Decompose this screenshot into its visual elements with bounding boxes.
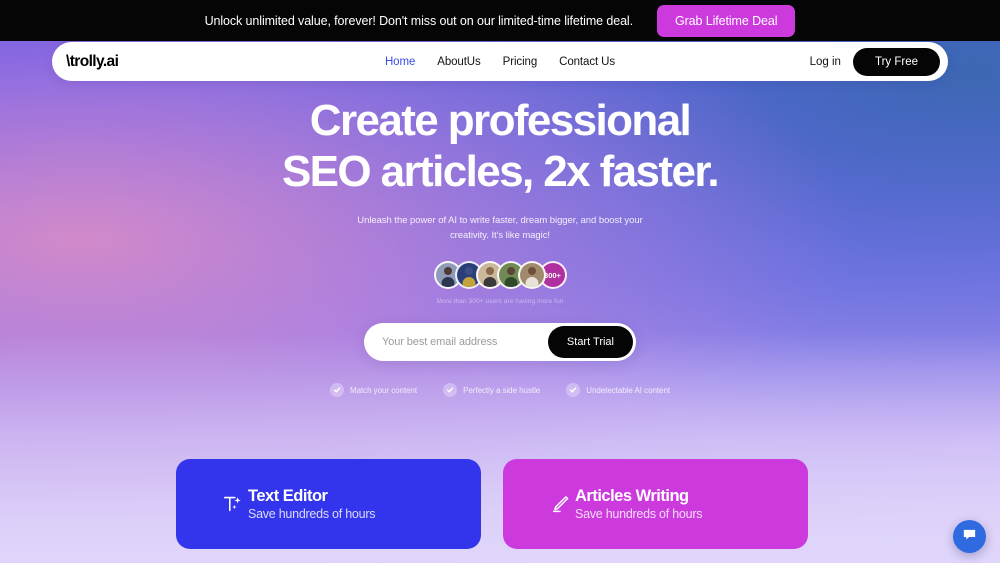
feature-check-1: Match your content	[329, 383, 418, 398]
avatar-group: 300+	[433, 261, 567, 290]
nav-link-pricing[interactable]: Pricing	[503, 56, 538, 68]
feature-check-3: Undetectable AI content	[566, 383, 671, 398]
login-link[interactable]: Log in	[810, 56, 841, 68]
check-icon	[329, 383, 344, 398]
check-icon	[443, 383, 458, 398]
hero-content: Create professional SEO articles, 2x fas…	[0, 41, 1000, 398]
feature-cards: Text Editor Save hundreds of hours Artic…	[176, 459, 808, 549]
feature-check-label: Match your content	[349, 385, 418, 395]
main-navbar: \trolly.ai Home AboutUs Pricing Contact …	[52, 42, 948, 81]
feature-check-label: Undetectable AI content	[586, 385, 671, 395]
start-trial-button[interactable]: Start Trial	[547, 326, 633, 359]
nav-link-aboutus[interactable]: AboutUs	[437, 56, 481, 68]
feature-check-2: Perfectly a side hustle	[443, 383, 541, 398]
headline-line-2: SEO articles, 2x faster.	[281, 147, 720, 196]
feature-check-label: Perfectly a side hustle	[463, 385, 541, 395]
email-signup-form: Start Trial	[364, 323, 636, 362]
card-subtitle: Save hundreds of hours	[575, 507, 703, 522]
feature-check-row: Match your content Perfectly a side hust…	[329, 383, 671, 398]
text-sparkle-icon	[220, 491, 246, 517]
email-input[interactable]	[364, 336, 548, 349]
announcement-text: Unlock unlimited value, forever! Don't m…	[204, 13, 634, 28]
pencil-icon	[547, 491, 573, 517]
page-title: Create professional SEO articles, 2x fas…	[281, 96, 720, 196]
nav-link-contact-us[interactable]: Contact Us	[559, 56, 615, 68]
grab-lifetime-deal-button[interactable]: Grab Lifetime Deal	[656, 4, 796, 37]
card-title: Text Editor	[248, 486, 328, 505]
chat-bubble-icon	[961, 526, 978, 548]
try-free-button[interactable]: Try Free	[852, 47, 940, 76]
hero-subtitle: Unleash the power of AI to write faster,…	[357, 215, 643, 241]
brand-logo[interactable]: \trolly.ai	[66, 52, 119, 71]
chat-widget-button[interactable]	[953, 520, 986, 553]
users-caption: More than 300+ users are having more fun	[436, 298, 564, 306]
nav-link-home[interactable]: Home	[385, 56, 415, 68]
text-editor-card[interactable]: Text Editor Save hundreds of hours	[176, 459, 481, 549]
card-title: Articles Writing	[575, 486, 689, 505]
check-icon	[566, 383, 581, 398]
brand-logo-text: \trolly.ai	[66, 52, 119, 70]
announcement-bar: Unlock unlimited value, forever! Don't m…	[0, 0, 1000, 41]
nav-actions: Log in Try Free	[810, 47, 940, 76]
articles-writing-card[interactable]: Articles Writing Save hundreds of hours	[503, 459, 808, 549]
card-subtitle: Save hundreds of hours	[248, 507, 376, 522]
text-editor-card-text: Text Editor Save hundreds of hours	[248, 487, 375, 522]
headline-line-1: Create professional	[309, 96, 692, 145]
nav-links: Home AboutUs Pricing Contact Us	[385, 56, 615, 68]
user-avatar-5	[517, 261, 546, 290]
articles-writing-card-text: Articles Writing Save hundreds of hours	[575, 487, 702, 522]
